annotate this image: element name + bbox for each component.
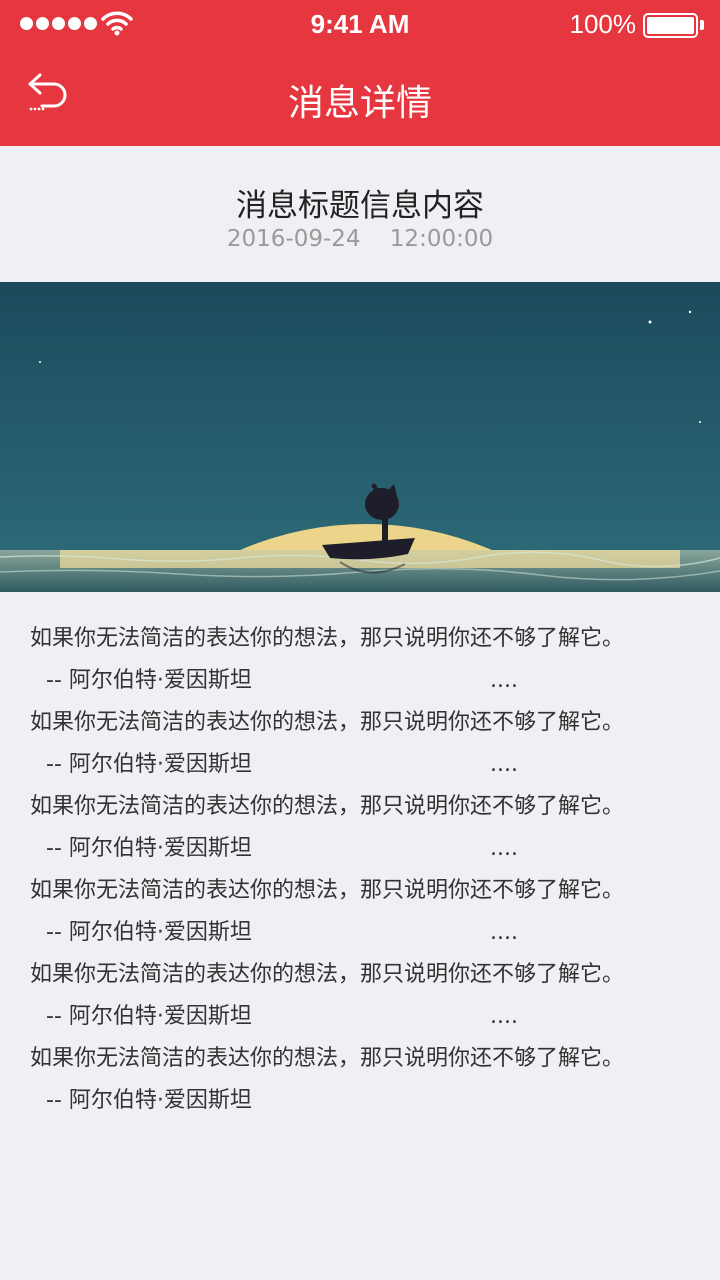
battery-percentage: 100% <box>570 9 637 40</box>
ellipsis: .... <box>490 744 518 786</box>
ellipsis: .... <box>490 828 518 870</box>
quote-line: 如果你无法简洁的表达你的想法，那只说明你还不够了解它。 <box>30 1038 700 1080</box>
quote-author: -- 阿尔伯特·爱因斯坦 <box>46 1004 252 1029</box>
status-bar: 9:41 AM 100% <box>0 0 720 50</box>
ellipsis: .... <box>490 996 518 1038</box>
hero-image <box>0 282 720 592</box>
quote-attribution: -- 阿尔伯特·爱因斯坦.... <box>30 744 700 786</box>
quote-attribution: -- 阿尔伯特·爱因斯坦.... <box>30 912 700 954</box>
article-datetime: 2016-09-24 12:00:00 <box>0 226 720 252</box>
quote-line: 如果你无法简洁的表达你的想法，那只说明你还不够了解它。 <box>30 786 700 828</box>
quote-line: 如果你无法简洁的表达你的想法，那只说明你还不够了解它。 <box>30 702 700 744</box>
quote-line: 如果你无法简洁的表达你的想法，那只说明你还不够了解它。 <box>30 870 700 912</box>
quote-author: -- 阿尔伯特·爱因斯坦 <box>46 1088 252 1113</box>
quote-author: -- 阿尔伯特·爱因斯坦 <box>46 668 252 693</box>
article-header: 消息标题信息内容 2016-09-24 12:00:00 <box>0 146 720 282</box>
nav-bar: 消息详情 <box>0 50 720 146</box>
article-title: 消息标题信息内容 <box>0 180 720 225</box>
quote-attribution: -- 阿尔伯特·爱因斯坦.... <box>30 996 700 1038</box>
quote-attribution: -- 阿尔伯特·爱因斯坦.... <box>30 828 700 870</box>
quote-author: -- 阿尔伯特·爱因斯坦 <box>46 920 252 945</box>
battery-icon <box>643 13 698 38</box>
ellipsis: .... <box>490 912 518 954</box>
quote-line: 如果你无法简洁的表达你的想法，那只说明你还不够了解它。 <box>30 618 700 660</box>
page-title: 消息详情 <box>0 74 720 126</box>
quote-author: -- 阿尔伯特·爱因斯坦 <box>46 752 252 777</box>
battery-tip <box>700 20 704 30</box>
article-body: 如果你无法简洁的表达你的想法，那只说明你还不够了解它。 -- 阿尔伯特·爱因斯坦… <box>30 618 700 1122</box>
quote-line: 如果你无法简洁的表达你的想法，那只说明你还不够了解它。 <box>30 954 700 996</box>
quote-attribution: -- 阿尔伯特·爱因斯坦.... <box>30 660 700 702</box>
quote-author: -- 阿尔伯特·爱因斯坦 <box>46 836 252 861</box>
ellipsis: .... <box>490 660 518 702</box>
quote-attribution: -- 阿尔伯特·爱因斯坦 <box>30 1080 700 1122</box>
app-header: 9:41 AM 100% 消息详情 <box>0 0 720 146</box>
